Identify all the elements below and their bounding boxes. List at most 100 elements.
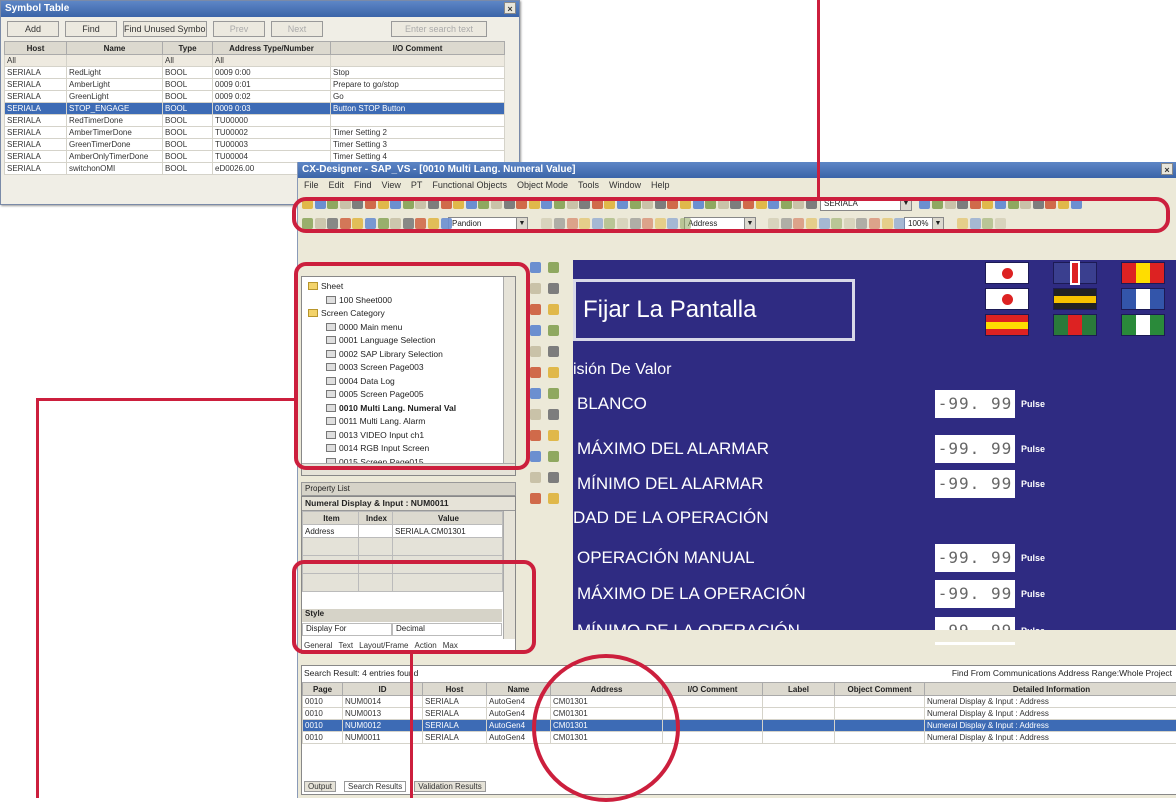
object-tool-icon[interactable] [548, 493, 559, 504]
result-col-header[interactable]: I/O Comment [663, 683, 763, 696]
callout-line-tree-v [36, 398, 39, 798]
object-tool-icon[interactable] [548, 430, 559, 441]
italy-flag-icon[interactable] [1121, 314, 1165, 336]
result-col-header[interactable]: Object Comment [835, 683, 925, 696]
table-row[interactable]: 0010NUM0012SERIALAAutoGen4CM01301Numeral… [303, 720, 1176, 732]
output-tab[interactable]: Search Results [344, 781, 406, 792]
flag-stripe [986, 322, 1028, 329]
object-tool-icon[interactable] [530, 346, 541, 357]
filter-cell[interactable]: All [5, 55, 67, 67]
numeral-display-input[interactable]: -99. 99 [935, 580, 1015, 608]
find-button[interactable]: Find [65, 21, 117, 37]
result-col-header[interactable]: Label [763, 683, 835, 696]
portugal-flag-icon[interactable] [1053, 314, 1097, 336]
screen-canvas[interactable]: Fijar La Pantalla isión De Valor DAD DE … [573, 260, 1176, 642]
menu-item[interactable]: PT [411, 180, 423, 190]
output-tab[interactable]: Output [304, 781, 336, 792]
result-col-header[interactable]: Host [423, 683, 487, 696]
filter-cell[interactable]: All [213, 55, 331, 67]
numeral-display-input[interactable]: -99. 99 [935, 544, 1015, 572]
menu-item[interactable]: File [304, 180, 319, 190]
object-tool-icon[interactable] [530, 493, 541, 504]
object-tool-icon[interactable] [530, 367, 541, 378]
object-tool-icon[interactable] [548, 304, 559, 315]
prev-button[interactable]: Prev [213, 21, 265, 37]
menu-item[interactable]: Help [651, 180, 670, 190]
table-row[interactable]: SERIALASTOP_ENGAGEBOOL0009 0:03Button ST… [5, 103, 505, 115]
germany-flag-icon[interactable] [1053, 288, 1097, 310]
object-tool-icon[interactable] [548, 409, 559, 420]
close-icon[interactable]: × [504, 2, 516, 14]
property-col-header: Index [359, 512, 393, 525]
object-tool-icon[interactable] [548, 325, 559, 336]
output-tab[interactable]: Validation Results [414, 781, 485, 792]
object-tool-icon[interactable] [530, 262, 541, 273]
table-row[interactable]: SERIALAGreenTimerDoneBOOLTU00003Timer Se… [5, 139, 505, 151]
object-tool-icon[interactable] [530, 409, 541, 420]
table-cell: Timer Setting 3 [331, 139, 505, 151]
menu-item[interactable]: Window [609, 180, 641, 190]
symbol-col-header[interactable]: Name [67, 42, 163, 55]
object-tool-icon[interactable] [548, 262, 559, 273]
add-button[interactable]: Add [7, 21, 59, 37]
object-tool-icon[interactable] [530, 451, 541, 462]
menu-item[interactable]: View [382, 180, 401, 190]
table-row[interactable]: SERIALARedLightBOOL0009 0:00Stop [5, 67, 505, 79]
property-row[interactable]: AddressSERIALA.CM01301 [303, 525, 503, 538]
menu-item[interactable]: Object Mode [517, 180, 568, 190]
object-tool-icon[interactable] [548, 472, 559, 483]
table-row[interactable]: 0010NUM0011SERIALAAutoGen4CM01301Numeral… [303, 732, 1176, 744]
object-tool-icon[interactable] [548, 367, 559, 378]
object-tool-icon[interactable] [548, 451, 559, 462]
object-tool-icon[interactable] [530, 304, 541, 315]
spain-flag-icon[interactable] [985, 314, 1029, 336]
china-flag-icon[interactable] [1121, 262, 1165, 284]
search-text-field[interactable]: Enter search text [391, 21, 487, 37]
callout-tree-ring [294, 262, 530, 470]
korea-flag-icon[interactable] [985, 288, 1029, 310]
object-tool-icon[interactable] [530, 325, 541, 336]
numeral-display-input[interactable]: -99. 99 [935, 390, 1015, 418]
menu-item[interactable]: Find [354, 180, 372, 190]
numeral-display-input[interactable]: -99. 99 [935, 435, 1015, 463]
table-row[interactable]: SERIALAAmberLightBOOL0009 0:01Prepare to… [5, 79, 505, 91]
object-tool-icon[interactable] [530, 283, 541, 294]
filter-cell[interactable] [67, 55, 163, 67]
object-tool-icon[interactable] [548, 388, 559, 399]
object-tool-icon[interactable] [530, 388, 541, 399]
filter-cell[interactable]: All [163, 55, 213, 67]
menu-item[interactable]: Functional Objects [432, 180, 507, 190]
numeral-display-input[interactable]: -99. 99 [935, 470, 1015, 498]
table-row[interactable]: SERIALARedTimerDoneBOOLTU00000 [5, 115, 505, 127]
flag-stripe [1136, 263, 1150, 283]
table-row[interactable]: SERIALAGreenLightBOOL0009 0:02Go [5, 91, 505, 103]
symbol-col-header[interactable]: Address Type/Number [213, 42, 331, 55]
menu-item[interactable]: Edit [329, 180, 345, 190]
next-button[interactable]: Next [271, 21, 323, 37]
table-cell [763, 732, 835, 744]
close-icon[interactable]: × [1161, 163, 1173, 175]
designer-titlebar: CX-Designer - SAP_VS - [0010 Multi Lang.… [298, 162, 1176, 178]
symbol-col-header[interactable]: Type [163, 42, 213, 55]
japan-flag-icon[interactable] [985, 262, 1029, 284]
menu-item[interactable]: Tools [578, 180, 599, 190]
object-tool-icon[interactable] [548, 283, 559, 294]
canvas-hscrollbar[interactable] [573, 630, 1176, 642]
find-unused-symbol-button[interactable]: Find Unused Symbol [123, 21, 207, 37]
result-col-header[interactable]: Detailed Information [925, 683, 1176, 696]
symbol-col-header[interactable]: Host [5, 42, 67, 55]
object-tool-icon[interactable] [530, 472, 541, 483]
table-row[interactable]: SERIALAAmberTimerDoneBOOLTU00002Timer Se… [5, 127, 505, 139]
table-row[interactable]: 0010NUM0014SERIALAAutoGen4CM01301Numeral… [303, 696, 1176, 708]
object-tool-icon[interactable] [530, 430, 541, 441]
symbol-col-header[interactable]: I/O Comment [331, 42, 505, 55]
filter-cell[interactable] [331, 55, 505, 67]
table-row[interactable]: SERIALAAmberOnlyTimerDoneBOOLTU00004Time… [5, 151, 505, 163]
france-flag-icon[interactable] [1121, 288, 1165, 310]
object-tool-icon[interactable] [548, 346, 559, 357]
table-row[interactable]: 0010NUM0013SERIALAAutoGen4CM01301Numeral… [303, 708, 1176, 720]
result-col-header[interactable]: Page [303, 683, 343, 696]
table-cell: Button STOP Button [331, 103, 505, 115]
uk-flag-icon[interactable] [1053, 262, 1097, 284]
property-row[interactable] [303, 538, 503, 556]
